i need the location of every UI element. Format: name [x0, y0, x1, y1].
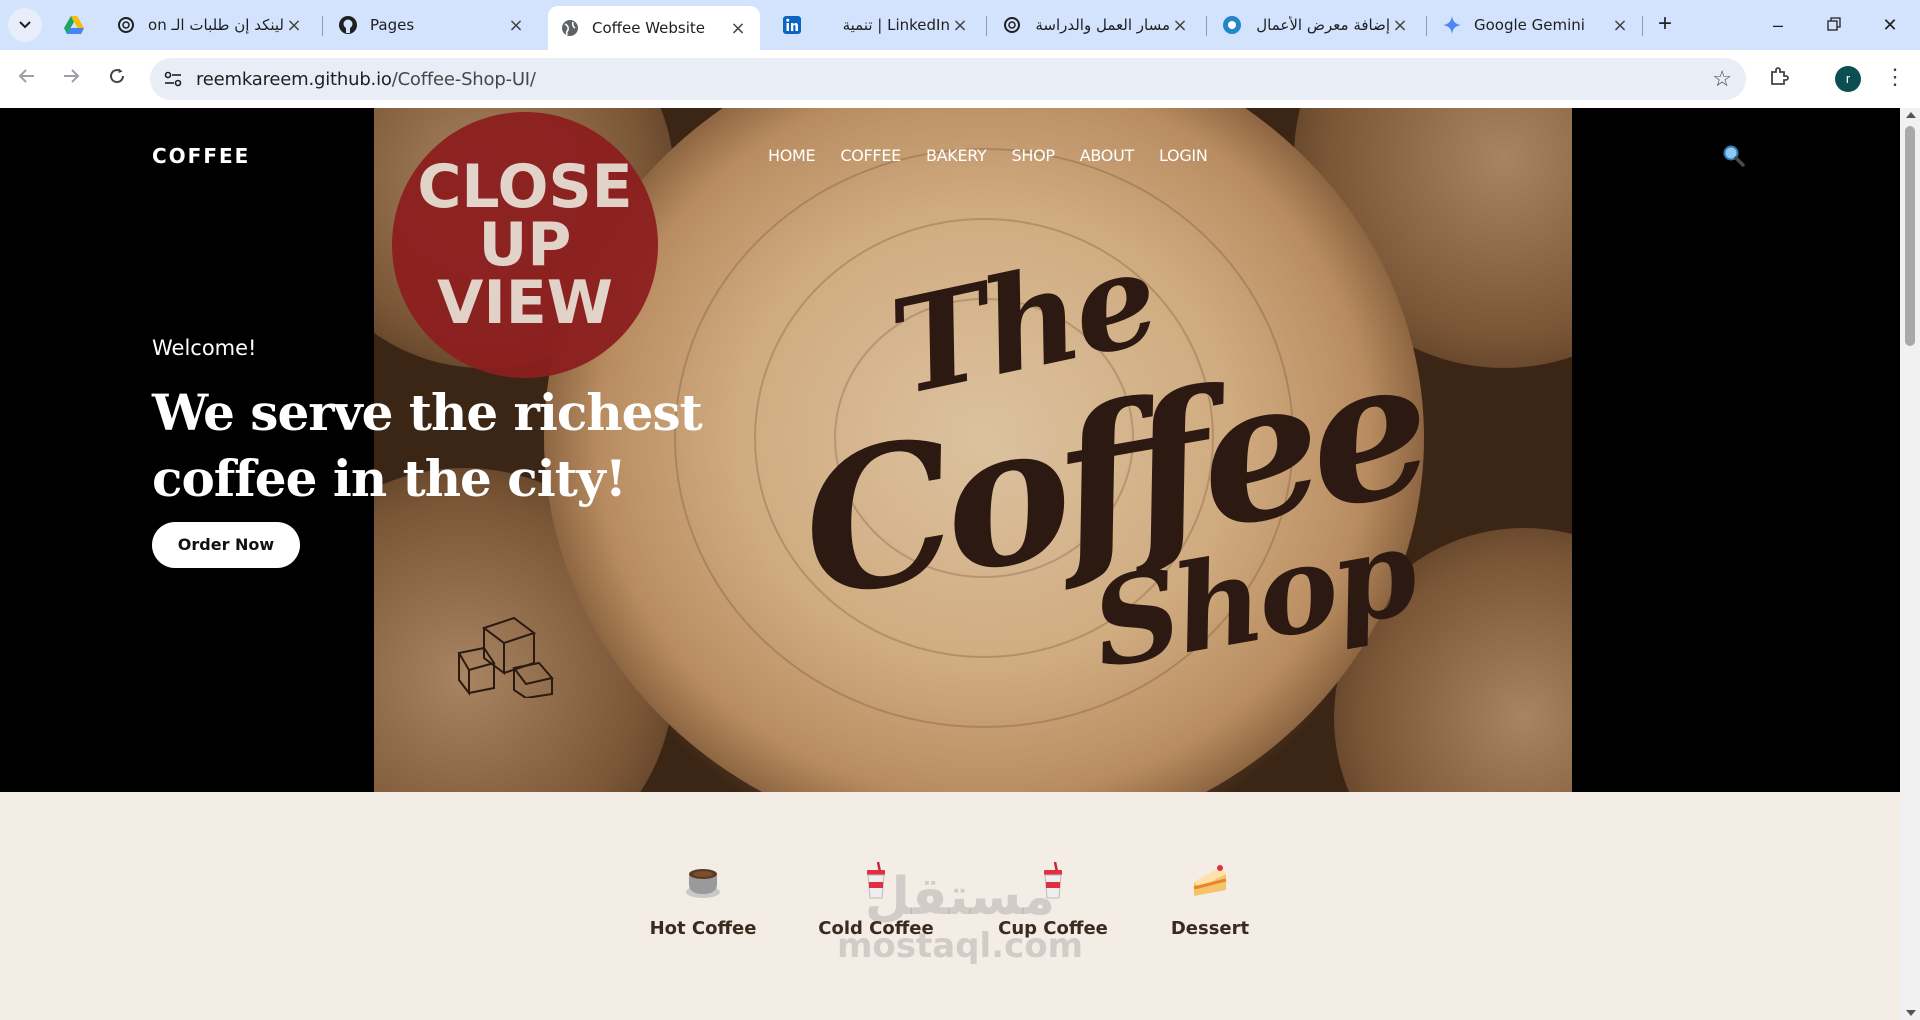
- badge-line: VIEW: [437, 268, 613, 338]
- categories-section: Hot Coffee Cold Coffee Cup Coffee Desser…: [0, 792, 1900, 1020]
- close-icon[interactable]: ×: [506, 15, 526, 36]
- category-dessert[interactable]: Dessert: [1140, 860, 1280, 939]
- close-icon[interactable]: ×: [1390, 15, 1410, 36]
- tab-title: Coffee Website: [592, 19, 706, 37]
- cake-icon: [1193, 865, 1227, 896]
- page-scrollbar[interactable]: [1900, 108, 1920, 1020]
- site-info-icon[interactable]: [160, 66, 186, 92]
- close-icon[interactable]: ×: [1170, 15, 1190, 36]
- tab-6[interactable]: إضافة معرض الأعمال ×: [1210, 6, 1422, 44]
- category-label: Dessert: [1170, 918, 1250, 939]
- github-icon: [338, 15, 358, 35]
- tab-strip: لينكد إن طلبات الـ on × Pages × Coffee W…: [0, 0, 1920, 50]
- restore-button[interactable]: [1814, 10, 1854, 40]
- badge-line: CLOSE: [417, 152, 633, 222]
- tab-3-active[interactable]: Coffee Website ×: [548, 6, 760, 50]
- new-tab-button[interactable]: +: [1650, 10, 1680, 40]
- reload-button[interactable]: [102, 64, 132, 94]
- arrow-left-icon: [18, 69, 34, 83]
- hero-section: CLOSE UP VIEW The Coffee Shop COFFEE HOM…: [0, 108, 1900, 792]
- back-button[interactable]: [12, 64, 42, 94]
- tab-title: تنمية | LinkedIn: [842, 16, 950, 34]
- tab-search-button[interactable]: [8, 8, 42, 42]
- tab-5[interactable]: مسار العمل والدراسة ×: [990, 6, 1202, 44]
- sugar-cubes-sketch: [457, 616, 554, 698]
- close-icon[interactable]: ×: [950, 15, 970, 36]
- bookmark-star-icon[interactable]: ☆: [1712, 66, 1732, 92]
- close-icon[interactable]: ×: [284, 15, 304, 36]
- tab-title: مسار العمل والدراسة: [1035, 16, 1170, 34]
- category-cup-coffee[interactable]: Cup Coffee: [983, 860, 1123, 939]
- welcome-text: Welcome!: [152, 336, 257, 360]
- browser-menu-button[interactable]: ⋮: [1880, 62, 1910, 92]
- category-hot-coffee[interactable]: Hot Coffee: [633, 860, 773, 939]
- category-cold-coffee[interactable]: Cold Coffee: [806, 860, 946, 939]
- mostaql-icon: [1222, 15, 1242, 35]
- nav-about[interactable]: ABOUT: [1080, 146, 1135, 165]
- pinned-tab-drive[interactable]: [58, 12, 90, 38]
- address-bar[interactable]: reemkareem.github.io/Coffee-Shop-UI/ ☆: [150, 58, 1746, 100]
- url-host: reemkareem.github.io: [196, 69, 392, 90]
- tab-1[interactable]: لينكد إن طلبات الـ on ×: [104, 6, 316, 44]
- category-label: Cold Coffee: [818, 918, 934, 939]
- tab-title: لينكد إن طلبات الـ on: [148, 16, 284, 34]
- scroll-thumb[interactable]: [1905, 126, 1915, 346]
- tab-7[interactable]: Google Gemini ×: [1430, 6, 1642, 44]
- main-nav: HOME COFFEE BAKERY SHOP ABOUT LOGIN: [768, 146, 1208, 165]
- brand-logo[interactable]: COFFEE: [152, 144, 250, 168]
- google-drive-icon: [64, 16, 84, 34]
- close-icon[interactable]: ×: [728, 18, 748, 39]
- tab-title: إضافة معرض الأعمال: [1256, 16, 1390, 34]
- chatgpt-icon: [1002, 15, 1022, 35]
- nav-bakery[interactable]: BAKERY: [926, 146, 987, 165]
- hero-headline: We serve the richest coffee in the city!: [152, 383, 703, 508]
- extensions-button[interactable]: [1768, 64, 1796, 92]
- scroll-down-arrow-icon[interactable]: [1906, 1010, 1916, 1016]
- close-up-view-badge: CLOSE UP VIEW: [392, 112, 658, 378]
- reload-icon: [110, 68, 125, 84]
- order-now-button[interactable]: Order Now: [152, 522, 300, 568]
- url-path: /Coffee-Shop-UI/: [391, 69, 536, 90]
- badge-line: UP: [478, 210, 572, 280]
- cold-drink-icon: [867, 861, 885, 899]
- tab-separator: [1426, 16, 1427, 36]
- close-icon[interactable]: ×: [1610, 15, 1630, 36]
- tab-separator: [322, 16, 323, 36]
- forward-button[interactable]: [56, 64, 86, 94]
- puzzle-icon: [1771, 67, 1789, 85]
- url-text[interactable]: reemkareem.github.io/Coffee-Shop-UI/: [196, 69, 536, 90]
- category-label: Cup Coffee: [998, 918, 1108, 939]
- close-window-button[interactable]: ✕: [1870, 10, 1910, 40]
- tab-title: Google Gemini: [1474, 16, 1585, 34]
- tab-separator: [1642, 16, 1643, 36]
- category-label: Hot Coffee: [649, 918, 757, 939]
- nav-login[interactable]: LOGIN: [1159, 146, 1208, 165]
- scroll-up-arrow-icon[interactable]: [1906, 112, 1916, 118]
- linkedin-icon: [782, 15, 802, 35]
- nav-home[interactable]: HOME: [768, 146, 816, 165]
- tab-2[interactable]: Pages ×: [326, 6, 538, 44]
- restore-icon: [1827, 17, 1841, 31]
- profile-avatar[interactable]: r: [1835, 66, 1861, 92]
- tab-separator: [1206, 16, 1207, 36]
- nav-coffee[interactable]: COFFEE: [840, 146, 901, 165]
- hot-coffee-icon: [686, 869, 720, 898]
- arrow-right-icon: [64, 69, 80, 83]
- page-viewport: CLOSE UP VIEW The Coffee Shop COFFEE HOM…: [0, 108, 1900, 1020]
- nav-shop[interactable]: SHOP: [1012, 146, 1056, 165]
- cup-drink-icon: [1044, 861, 1062, 899]
- tab-separator: [986, 16, 987, 36]
- tab-title: Pages: [370, 16, 415, 34]
- minimize-button[interactable]: –: [1758, 10, 1798, 40]
- gemini-icon: [1442, 15, 1462, 35]
- tab-4[interactable]: تنمية | LinkedIn ×: [770, 6, 982, 44]
- search-icon[interactable]: [1722, 144, 1746, 168]
- chevron-down-icon: [19, 21, 31, 29]
- chatgpt-icon: [116, 15, 136, 35]
- globe-icon: [560, 18, 580, 38]
- browser-toolbar: reemkareem.github.io/Coffee-Shop-UI/ ☆ r…: [0, 50, 1920, 108]
